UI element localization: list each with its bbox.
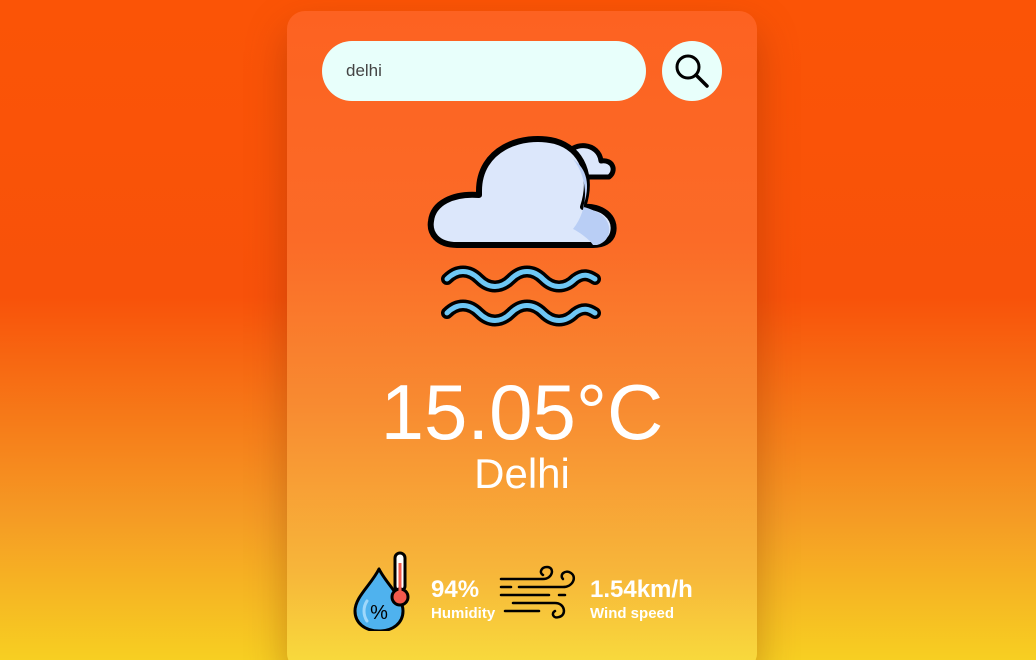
wind-icon xyxy=(499,565,575,619)
humidity-icon: % xyxy=(353,551,410,631)
weather-details: % 94% Humidity 1.54km/h Wind speed xyxy=(351,549,731,639)
svg-text:%: % xyxy=(370,602,388,624)
search-input[interactable] xyxy=(322,41,646,101)
humidity-label: Humidity xyxy=(431,605,496,622)
city-name: Delhi xyxy=(474,450,570,497)
mist-cloud-icon xyxy=(427,136,617,327)
humidity-value: 94% xyxy=(431,576,480,603)
wind-speed-label: Wind speed xyxy=(590,605,675,622)
temperature-value: 15.05°C xyxy=(380,368,664,456)
search-icon xyxy=(675,54,709,88)
search-button[interactable] xyxy=(662,41,722,101)
weather-card: 15.05°C Delhi % 94% Humidity 1.54km/h W xyxy=(287,11,757,660)
wind-speed-value: 1.54km/h xyxy=(590,576,693,603)
